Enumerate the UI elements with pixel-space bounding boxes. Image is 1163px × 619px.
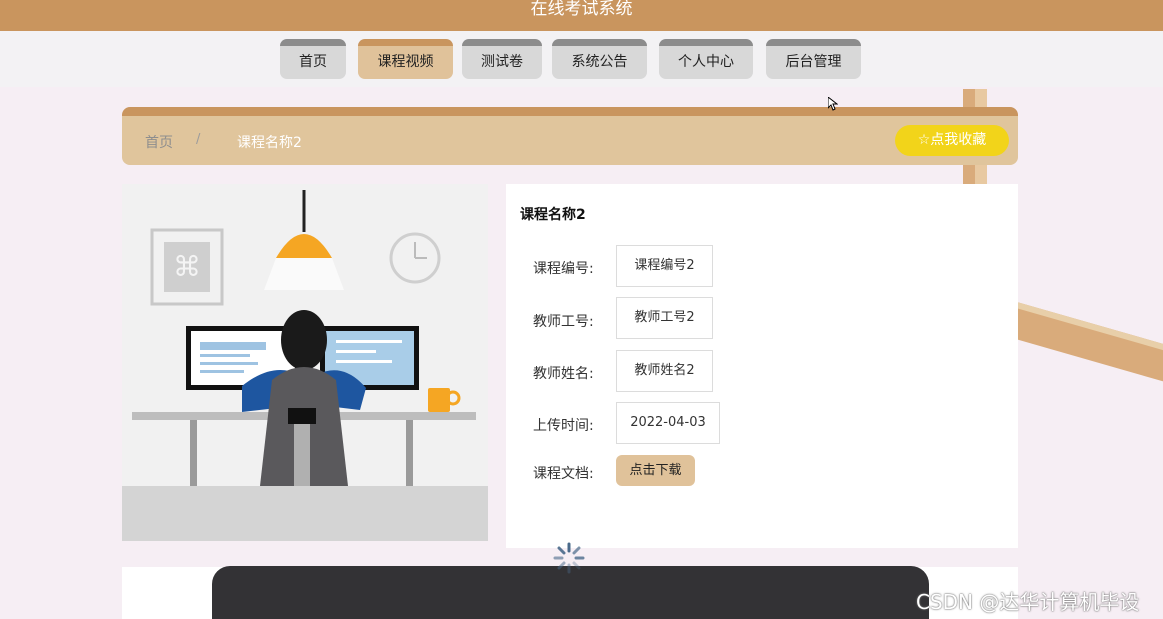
watermark: CSDN @达华计算机毕设: [916, 590, 1140, 614]
nav-item-course-video[interactable]: 课程视频: [358, 39, 453, 79]
favorite-button[interactable]: ☆点我收藏: [895, 125, 1009, 156]
nav-item-announcements[interactable]: 系统公告: [552, 39, 647, 79]
breadcrumb: 首页 / 课程名称2 ☆点我收藏: [122, 107, 1018, 165]
course-cover-image: ⌘: [122, 184, 488, 541]
course-doc-label: 课程文档:: [533, 466, 594, 482]
course-title: 课程名称2: [520, 207, 586, 223]
download-button[interactable]: 点击下载: [616, 455, 695, 486]
breadcrumb-current: 课程名称2: [237, 135, 302, 151]
mouse-cursor-icon: [828, 97, 838, 111]
nav-item-test-paper[interactable]: 测试卷: [462, 39, 542, 79]
programmer-illustration: ⌘: [122, 190, 488, 541]
breadcrumb-home-link[interactable]: 首页: [145, 132, 173, 152]
teacher-name-value: 教师姓名2: [616, 350, 713, 392]
svg-text:⌘: ⌘: [173, 250, 201, 283]
app-title: 在线考试系统: [530, 0, 633, 19]
course-code-value: 课程编号2: [616, 245, 713, 287]
teacher-id-label: 教师工号:: [533, 314, 594, 330]
nav-item-personal-center[interactable]: 个人中心: [659, 39, 753, 79]
breadcrumb-separator: /: [196, 132, 201, 147]
teacher-id-value: 教师工号2: [616, 297, 713, 339]
decor-beam: [1000, 300, 1163, 387]
loading-spinner-icon: [553, 542, 585, 574]
upload-time-value: 2022-04-03: [616, 402, 720, 444]
nav-item-admin[interactable]: 后台管理: [766, 39, 861, 79]
nav-item-home[interactable]: 首页: [280, 39, 346, 79]
upload-time-label: 上传时间:: [533, 418, 594, 434]
course-info-panel: 课程名称2 课程编号: 课程编号2 教师工号: 教师工号2 教师姓名: 教师姓名…: [506, 184, 1018, 548]
course-code-label: 课程编号:: [533, 261, 594, 277]
app-header: 在线考试系统: [0, 0, 1163, 31]
teacher-name-label: 教师姓名:: [533, 366, 594, 382]
